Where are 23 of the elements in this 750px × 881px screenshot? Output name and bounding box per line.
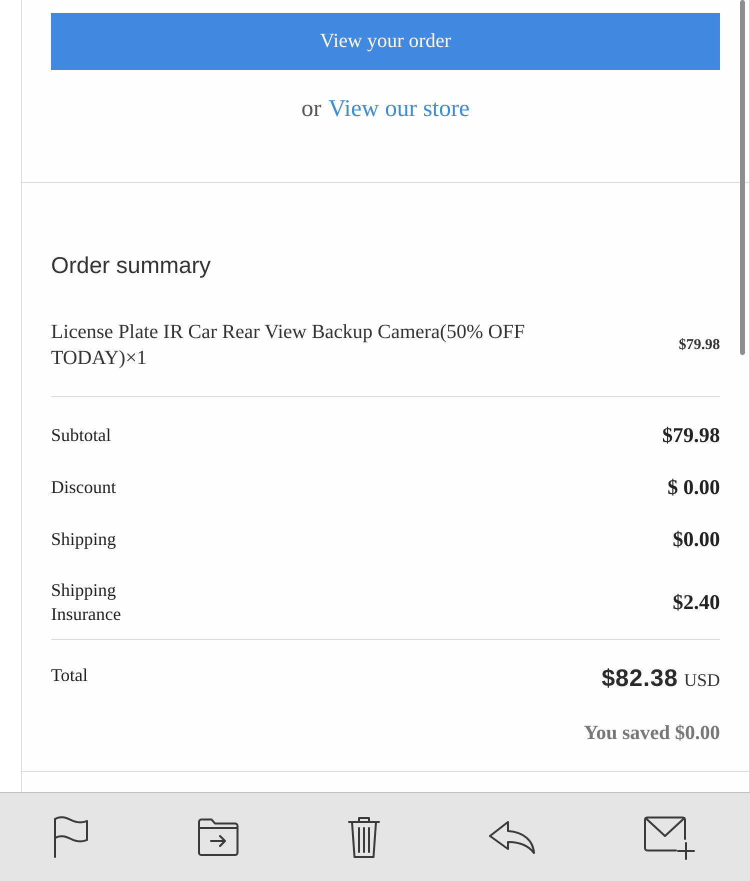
summary-label: Discount — [51, 476, 117, 499]
reply-icon[interactable] — [488, 820, 536, 854]
summary-value: $ 0.00 — [668, 474, 720, 500]
summary-value: $0.00 — [672, 526, 720, 552]
store-link[interactable]: View our store — [328, 94, 470, 124]
or-text: or — [301, 95, 322, 124]
total-amount: $82.38 — [602, 664, 678, 694]
summary-label: Shipping — [51, 528, 118, 551]
new-mail-icon[interactable] — [642, 814, 697, 860]
flag-icon[interactable] — [53, 816, 90, 858]
currency-code: USD — [684, 669, 720, 692]
section-title: Order summary — [51, 251, 212, 279]
summary-label: Subtotal — [51, 424, 112, 447]
product-price: $79.98 — [678, 336, 720, 354]
folder-move-icon[interactable] — [196, 818, 240, 856]
savings-text: You saved $0.00 — [582, 721, 720, 746]
product-name: License Plate IR Car Rear View Backup Camera(50% OFF TODAY)×1 — [51, 320, 526, 371]
trash-icon[interactable] — [346, 814, 381, 860]
summary-value: $2.40 — [672, 589, 720, 615]
total-label: Total — [51, 664, 88, 687]
summary-label: Shipping Insurance — [51, 579, 122, 626]
view-order-button[interactable]: View your order — [51, 13, 720, 70]
summary-value: $79.98 — [662, 422, 720, 448]
